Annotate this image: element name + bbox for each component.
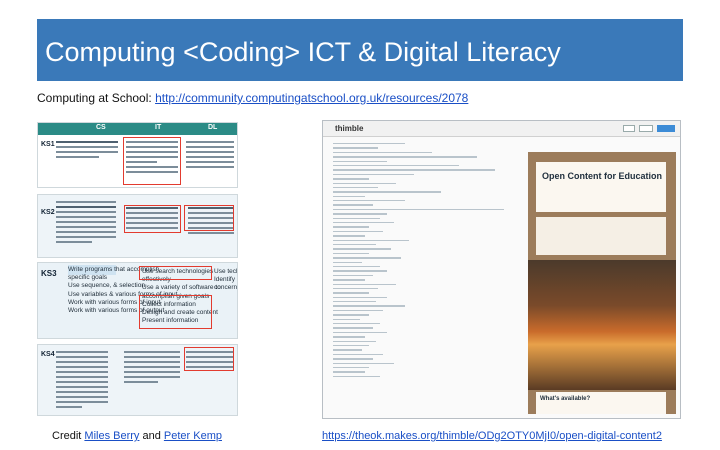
stage-label-ks3: KS3 — [41, 269, 57, 278]
cas-resource-link[interactable]: http://community.computingatschool.org.u… — [155, 91, 468, 105]
highlight-box — [184, 205, 234, 231]
slide-title: Computing <Coding> ICT & Digital Literac… — [45, 37, 561, 67]
credit-prefix: Credit — [52, 430, 85, 442]
col-cs: CS — [96, 124, 106, 131]
ks1-cs-col — [56, 141, 118, 161]
ks4-it-col — [124, 351, 180, 386]
preview-title: Open Content for Education — [542, 171, 662, 181]
curriculum-table-ks1: CS IT DL KS1 — [37, 122, 238, 188]
editor-toolbar: thimble — [323, 121, 680, 137]
list-item: Use a variety of software to — [142, 284, 221, 292]
ks4-cs-col — [56, 351, 108, 411]
ks3-dl-col: Use technology responsibly Identify a ra… — [214, 268, 238, 293]
ks2-cs-col — [56, 201, 116, 246]
stage-label-ks4: KS4 — [41, 351, 55, 358]
slide-title-bar: Computing <Coding> ICT & Digital Literac… — [37, 19, 683, 81]
list-item: Identify a range of ways to report — [214, 276, 237, 284]
highlight-box — [184, 347, 234, 371]
highlight-box — [124, 205, 181, 233]
thimble-url: https://theok.makes.org/thimble/ODg2OTY0… — [322, 430, 662, 442]
preview-footer-card: What's available? — [536, 392, 666, 414]
stage-label-ks2: KS2 — [41, 209, 55, 216]
list-item: concerns about contact — [214, 284, 238, 292]
subtitle: Computing at School: http://community.co… — [37, 91, 468, 105]
credit-author-link[interactable]: Peter Kemp — [164, 430, 222, 442]
code-editor — [333, 143, 513, 415]
toolbar-button — [639, 125, 653, 132]
page-preview: Open Content for Education What's availa… — [528, 152, 676, 414]
thimble-logo: thimble — [335, 124, 364, 133]
thimble-editor-screenshot: thimble Open Content for Education What'… — [322, 120, 681, 419]
curriculum-table-ks2: KS2 — [37, 194, 238, 258]
toolbar-button — [657, 125, 675, 132]
subtitle-label: Computing at School: — [37, 91, 156, 105]
col-it: IT — [155, 124, 162, 131]
preview-painting-image — [528, 260, 676, 390]
stage-label-ks1: KS1 — [41, 141, 55, 148]
preview-header-card: Open Content for Education — [536, 162, 666, 212]
preview-intro-text — [536, 217, 666, 255]
list-item: Use technology responsibly — [214, 268, 237, 275]
ks1-dl-col — [186, 141, 234, 171]
curriculum-table-ks3: KS3 Write programs that accomplish speci… — [37, 262, 238, 339]
credit-and: and — [139, 430, 164, 442]
curriculum-table-ks4: KS4 — [37, 344, 238, 416]
highlight-box — [123, 137, 181, 185]
toolbar-button — [623, 125, 635, 132]
highlight-box — [139, 266, 212, 280]
credit-line: Credit Miles Berry and Peter Kemp — [52, 430, 222, 442]
highlight-box — [139, 295, 212, 329]
table-header: CS IT DL — [38, 123, 237, 135]
credit-author-link[interactable]: Miles Berry — [84, 430, 139, 442]
thimble-project-link[interactable]: https://theok.makes.org/thimble/ODg2OTY0… — [322, 430, 662, 442]
preview-footer-heading: What's available? — [540, 396, 591, 402]
col-dl: DL — [208, 124, 218, 131]
